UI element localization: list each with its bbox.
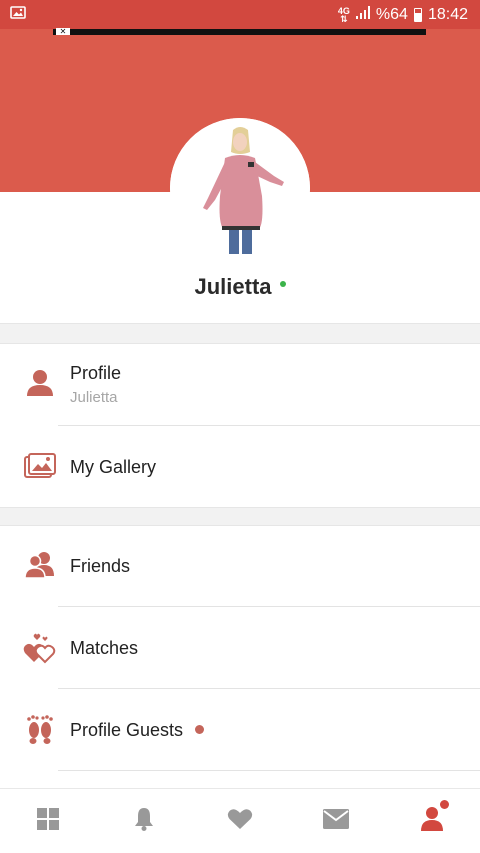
- section-separator: [0, 323, 480, 344]
- signal-icon: [355, 5, 370, 24]
- divider: [58, 770, 480, 771]
- menu-label: Friends: [70, 556, 131, 576]
- menu-item-profile[interactable]: Profile Julietta: [0, 344, 480, 425]
- bell-icon: [134, 807, 154, 836]
- nav-messages[interactable]: [288, 789, 384, 853]
- matches-hearts-icon: [23, 631, 57, 665]
- avatar[interactable]: [170, 118, 310, 258]
- menu-label: My Gallery: [70, 457, 157, 477]
- network-type: 4G ⇅: [337, 5, 350, 24]
- menu-label: Profile Guests: [70, 720, 184, 740]
- profile-name: Julietta: [194, 274, 272, 299]
- clock: 18:42: [427, 5, 468, 23]
- nav-profile[interactable]: [384, 789, 480, 853]
- online-status-dot: [279, 281, 286, 287]
- ad-close-icon[interactable]: ✕: [56, 28, 70, 36]
- notification-badge: [440, 800, 449, 809]
- bottom-navigation: [0, 788, 480, 853]
- menu-label: Profile: [70, 363, 122, 383]
- status-bar: 4G ⇅ %64 18:42: [0, 0, 480, 29]
- person-icon: [420, 806, 444, 837]
- menu-item-friends[interactable]: Friends: [0, 526, 480, 606]
- friends-icon: [23, 548, 57, 582]
- nav-dashboard[interactable]: [0, 789, 96, 853]
- footprints-icon: [23, 712, 57, 746]
- gallery-icon: [23, 449, 57, 483]
- ad-banner[interactable]: [53, 29, 426, 35]
- avatar-photo: [170, 118, 310, 258]
- menu-item-matches[interactable]: Matches: [0, 607, 480, 688]
- menu-sublabel: Julietta: [70, 389, 118, 406]
- heart-icon: [227, 808, 253, 835]
- menu-item-my-gallery[interactable]: My Gallery: [0, 426, 480, 507]
- mail-icon: [323, 808, 349, 834]
- section-separator: [0, 507, 480, 526]
- profile-name-row: Julietta: [0, 270, 480, 304]
- nav-likes[interactable]: [192, 789, 288, 853]
- person-icon: [23, 366, 57, 400]
- nav-notifications[interactable]: [96, 789, 192, 853]
- battery-icon: [413, 7, 422, 22]
- menu-label: Matches: [70, 638, 139, 658]
- menu-item-profile-guests[interactable]: Profile Guests: [0, 689, 480, 770]
- battery-percent: %64: [375, 5, 408, 23]
- image-notification-icon: [10, 5, 26, 24]
- new-guests-indicator: [195, 725, 204, 734]
- grid-icon: [37, 807, 59, 835]
